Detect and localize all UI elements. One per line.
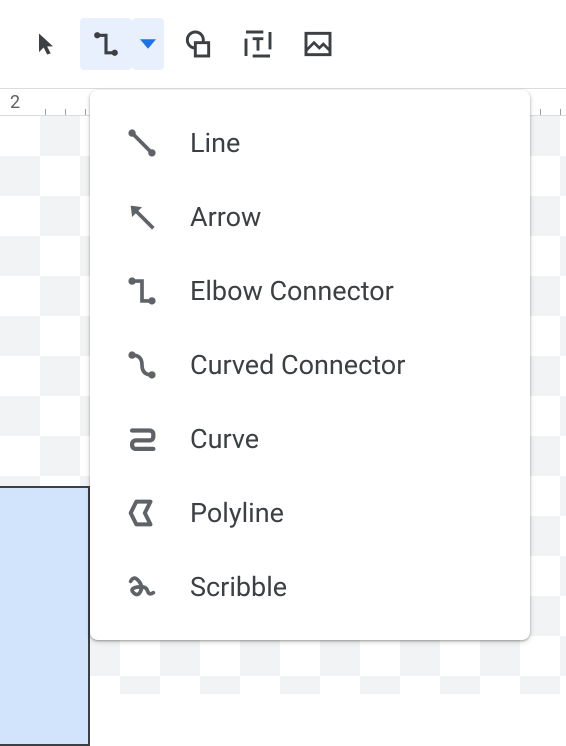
line-dropdown-menu: Line Arrow Elbow Connector <box>90 90 530 640</box>
menu-item-label: Arrow <box>190 201 261 233</box>
elbow-line-icon <box>91 29 121 59</box>
arrow-icon <box>122 197 162 237</box>
textbox-icon <box>242 28 274 60</box>
menu-item-label: Curved Connector <box>190 349 405 381</box>
menu-item-elbow-connector[interactable]: Elbow Connector <box>90 254 530 328</box>
slide-boundary <box>0 486 90 746</box>
line-tool-dropdown-button[interactable] <box>132 18 164 70</box>
curve-icon <box>122 419 162 459</box>
menu-item-scribble[interactable]: Scribble <box>90 550 530 624</box>
line-tool-button[interactable] <box>80 18 132 70</box>
cursor-icon <box>32 30 60 58</box>
menu-item-curve[interactable]: Curve <box>90 402 530 476</box>
textbox-tool-button[interactable] <box>232 18 284 70</box>
menu-item-label: Scribble <box>190 571 287 603</box>
menu-item-label: Line <box>190 127 240 159</box>
polyline-icon <box>122 493 162 533</box>
menu-item-line[interactable]: Line <box>90 106 530 180</box>
menu-item-label: Polyline <box>190 497 284 529</box>
elbow-connector-icon <box>122 271 162 311</box>
menu-item-label: Elbow Connector <box>190 275 394 307</box>
menu-item-polyline[interactable]: Polyline <box>90 476 530 550</box>
scribble-icon <box>122 567 162 607</box>
toolbar <box>0 0 566 88</box>
curved-connector-icon <box>122 345 162 385</box>
line-icon <box>122 123 162 163</box>
image-tool-button[interactable] <box>292 18 344 70</box>
select-tool-button[interactable] <box>20 18 72 70</box>
menu-item-curved-connector[interactable]: Curved Connector <box>90 328 530 402</box>
chevron-down-icon <box>140 36 156 52</box>
shape-icon <box>182 28 214 60</box>
menu-item-label: Curve <box>190 423 259 455</box>
ruler-label: 2 <box>10 92 20 113</box>
shape-tool-button[interactable] <box>172 18 224 70</box>
menu-item-arrow[interactable]: Arrow <box>90 180 530 254</box>
image-icon <box>302 28 334 60</box>
